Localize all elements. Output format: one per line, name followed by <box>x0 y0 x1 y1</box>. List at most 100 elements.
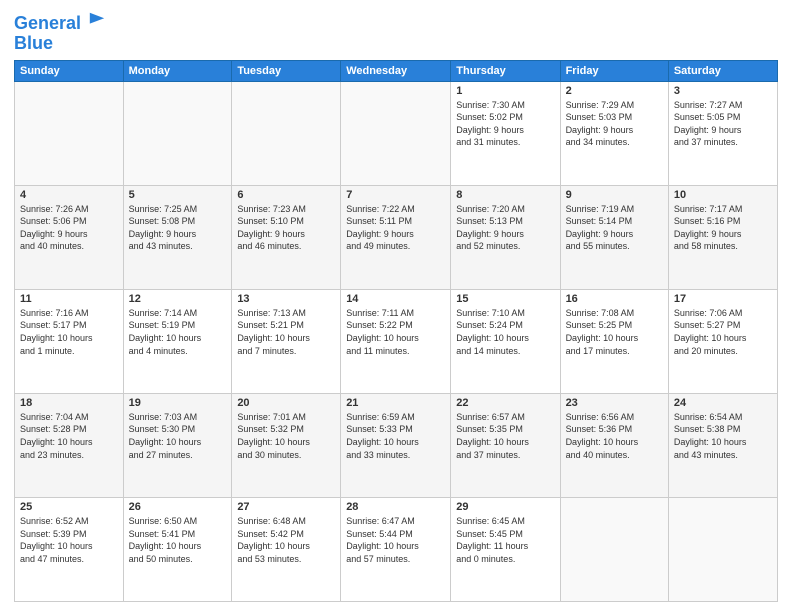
day-info: Sunrise: 6:50 AM Sunset: 5:41 PM Dayligh… <box>129 515 227 565</box>
calendar-table: SundayMondayTuesdayWednesdayThursdayFrid… <box>14 60 778 602</box>
day-number: 22 <box>456 397 554 409</box>
day-number: 19 <box>129 397 227 409</box>
calendar-cell <box>123 81 232 185</box>
logo-blue: Blue <box>14 34 106 54</box>
calendar-cell: 29Sunrise: 6:45 AM Sunset: 5:45 PM Dayli… <box>451 497 560 601</box>
calendar-cell: 26Sunrise: 6:50 AM Sunset: 5:41 PM Dayli… <box>123 497 232 601</box>
day-info: Sunrise: 7:30 AM Sunset: 5:02 PM Dayligh… <box>456 99 554 149</box>
day-info: Sunrise: 7:19 AM Sunset: 5:14 PM Dayligh… <box>566 203 663 253</box>
day-info: Sunrise: 7:10 AM Sunset: 5:24 PM Dayligh… <box>456 307 554 357</box>
calendar-cell: 18 Sunrise: 7:04 AM Sunset: 5:28 PM Dayli… <box>15 393 124 497</box>
calendar-cell <box>560 497 668 601</box>
day-number: 24 <box>674 397 772 409</box>
calendar-cell: 4Sunrise: 7:26 AM Sunset: 5:06 PM Daylig… <box>15 185 124 289</box>
day-info: Sunrise: 7:06 AM Sunset: 5:27 PM Dayligh… <box>674 307 772 357</box>
day-number: 14 <box>346 293 445 305</box>
day-info: Sunrise: 6:47 AM Sunset: 5:44 PM Dayligh… <box>346 515 445 565</box>
calendar-header-wednesday: Wednesday <box>341 60 451 81</box>
day-info: Sunrise: 6:45 AM Sunset: 5:45 PM Dayligh… <box>456 515 554 565</box>
calendar-header-friday: Friday <box>560 60 668 81</box>
day-info: Sunrise: 7:27 AM Sunset: 5:05 PM Dayligh… <box>674 99 772 149</box>
calendar-cell: 2Sunrise: 7:29 AM Sunset: 5:03 PM Daylig… <box>560 81 668 185</box>
day-number: 20 <box>237 397 335 409</box>
day-number: 21 <box>346 397 445 409</box>
calendar-week-2: 11 Sunrise: 7:16 AM Sunset: 5:17 PM Dayli… <box>15 289 778 393</box>
calendar-header-monday: Monday <box>123 60 232 81</box>
calendar-cell: 16 Sunrise: 7:08 AM Sunset: 5:25 PM Dayli… <box>560 289 668 393</box>
day-number: 16 <box>566 293 663 305</box>
day-info: Sunrise: 7:22 AM Sunset: 5:11 PM Dayligh… <box>346 203 445 253</box>
day-number: 3 <box>674 85 772 97</box>
calendar-cell <box>668 497 777 601</box>
calendar-header-tuesday: Tuesday <box>232 60 341 81</box>
calendar-cell: 3 Sunrise: 7:27 AM Sunset: 5:05 PM Daylig… <box>668 81 777 185</box>
day-number: 5 <box>129 189 227 201</box>
calendar-cell <box>232 81 341 185</box>
calendar-cell: 28 Sunrise: 6:47 AM Sunset: 5:44 PM Dayli… <box>341 497 451 601</box>
day-info: Sunrise: 7:16 AM Sunset: 5:17 PM Dayligh… <box>20 307 118 357</box>
day-number: 17 <box>674 293 772 305</box>
day-number: 13 <box>237 293 335 305</box>
calendar-cell: 24 Sunrise: 6:54 AM Sunset: 5:38 PM Dayli… <box>668 393 777 497</box>
calendar-cell <box>341 81 451 185</box>
calendar-week-1: 4Sunrise: 7:26 AM Sunset: 5:06 PM Daylig… <box>15 185 778 289</box>
day-info: Sunrise: 7:13 AM Sunset: 5:21 PM Dayligh… <box>237 307 335 357</box>
day-info: Sunrise: 7:04 AM Sunset: 5:28 PM Dayligh… <box>20 411 118 461</box>
day-number: 15 <box>456 293 554 305</box>
day-number: 1 <box>456 85 554 97</box>
day-info: Sunrise: 6:54 AM Sunset: 5:38 PM Dayligh… <box>674 411 772 461</box>
day-number: 28 <box>346 501 445 513</box>
day-info: Sunrise: 7:20 AM Sunset: 5:13 PM Dayligh… <box>456 203 554 253</box>
calendar-header-saturday: Saturday <box>668 60 777 81</box>
day-number: 4 <box>20 189 118 201</box>
calendar-header-sunday: Sunday <box>15 60 124 81</box>
day-number: 9 <box>566 189 663 201</box>
day-info: Sunrise: 6:56 AM Sunset: 5:36 PM Dayligh… <box>566 411 663 461</box>
calendar-cell: 25 Sunrise: 6:52 AM Sunset: 5:39 PM Dayli… <box>15 497 124 601</box>
calendar-cell: 23 Sunrise: 6:56 AM Sunset: 5:36 PM Dayli… <box>560 393 668 497</box>
calendar-cell: 8Sunrise: 7:20 AM Sunset: 5:13 PM Daylig… <box>451 185 560 289</box>
day-number: 18 <box>20 397 118 409</box>
calendar-cell: 19 Sunrise: 7:03 AM Sunset: 5:30 PM Dayli… <box>123 393 232 497</box>
header: General Blue <box>14 10 778 54</box>
day-number: 7 <box>346 189 445 201</box>
day-info: Sunrise: 7:01 AM Sunset: 5:32 PM Dayligh… <box>237 411 335 461</box>
day-number: 11 <box>20 293 118 305</box>
day-info: Sunrise: 7:03 AM Sunset: 5:30 PM Dayligh… <box>129 411 227 461</box>
day-info: Sunrise: 7:29 AM Sunset: 5:03 PM Dayligh… <box>566 99 663 149</box>
calendar-cell: 6 Sunrise: 7:23 AM Sunset: 5:10 PM Daylig… <box>232 185 341 289</box>
calendar-cell: 5 Sunrise: 7:25 AM Sunset: 5:08 PM Daylig… <box>123 185 232 289</box>
day-info: Sunrise: 6:52 AM Sunset: 5:39 PM Dayligh… <box>20 515 118 565</box>
day-number: 12 <box>129 293 227 305</box>
day-info: Sunrise: 7:11 AM Sunset: 5:22 PM Dayligh… <box>346 307 445 357</box>
day-info: Sunrise: 7:25 AM Sunset: 5:08 PM Dayligh… <box>129 203 227 253</box>
calendar-cell: 9 Sunrise: 7:19 AM Sunset: 5:14 PM Daylig… <box>560 185 668 289</box>
day-number: 23 <box>566 397 663 409</box>
logo: General Blue <box>14 14 106 54</box>
day-info: Sunrise: 7:23 AM Sunset: 5:10 PM Dayligh… <box>237 203 335 253</box>
day-number: 27 <box>237 501 335 513</box>
calendar-cell: 12 Sunrise: 7:14 AM Sunset: 5:19 PM Dayli… <box>123 289 232 393</box>
day-info: Sunrise: 7:14 AM Sunset: 5:19 PM Dayligh… <box>129 307 227 357</box>
day-info: Sunrise: 6:59 AM Sunset: 5:33 PM Dayligh… <box>346 411 445 461</box>
calendar-cell: 14 Sunrise: 7:11 AM Sunset: 5:22 PM Dayli… <box>341 289 451 393</box>
day-number: 25 <box>20 501 118 513</box>
calendar-cell: 21 Sunrise: 6:59 AM Sunset: 5:33 PM Dayli… <box>341 393 451 497</box>
calendar-header-thursday: Thursday <box>451 60 560 81</box>
logo-text: General <box>14 14 106 34</box>
calendar-cell: 1 Sunrise: 7:30 AM Sunset: 5:02 PM Daylig… <box>451 81 560 185</box>
day-number: 6 <box>237 189 335 201</box>
day-info: Sunrise: 6:57 AM Sunset: 5:35 PM Dayligh… <box>456 411 554 461</box>
day-info: Sunrise: 7:17 AM Sunset: 5:16 PM Dayligh… <box>674 203 772 253</box>
calendar-cell: 7 Sunrise: 7:22 AM Sunset: 5:11 PM Daylig… <box>341 185 451 289</box>
calendar-cell: 13 Sunrise: 7:13 AM Sunset: 5:21 PM Dayli… <box>232 289 341 393</box>
day-info: Sunrise: 7:08 AM Sunset: 5:25 PM Dayligh… <box>566 307 663 357</box>
calendar-cell: 10Sunrise: 7:17 AM Sunset: 5:16 PM Dayli… <box>668 185 777 289</box>
calendar-cell: 17 Sunrise: 7:06 AM Sunset: 5:27 PM Dayli… <box>668 289 777 393</box>
logo-flag-icon <box>88 11 106 29</box>
calendar-cell: 27Sunrise: 6:48 AM Sunset: 5:42 PM Dayli… <box>232 497 341 601</box>
calendar-cell: 11 Sunrise: 7:16 AM Sunset: 5:17 PM Dayli… <box>15 289 124 393</box>
page: General Blue SundayMondayTuesdayWednesda… <box>0 0 792 612</box>
calendar-cell: 22 Sunrise: 6:57 AM Sunset: 5:35 PM Dayli… <box>451 393 560 497</box>
calendar-cell: 20 Sunrise: 7:01 AM Sunset: 5:32 PM Dayli… <box>232 393 341 497</box>
